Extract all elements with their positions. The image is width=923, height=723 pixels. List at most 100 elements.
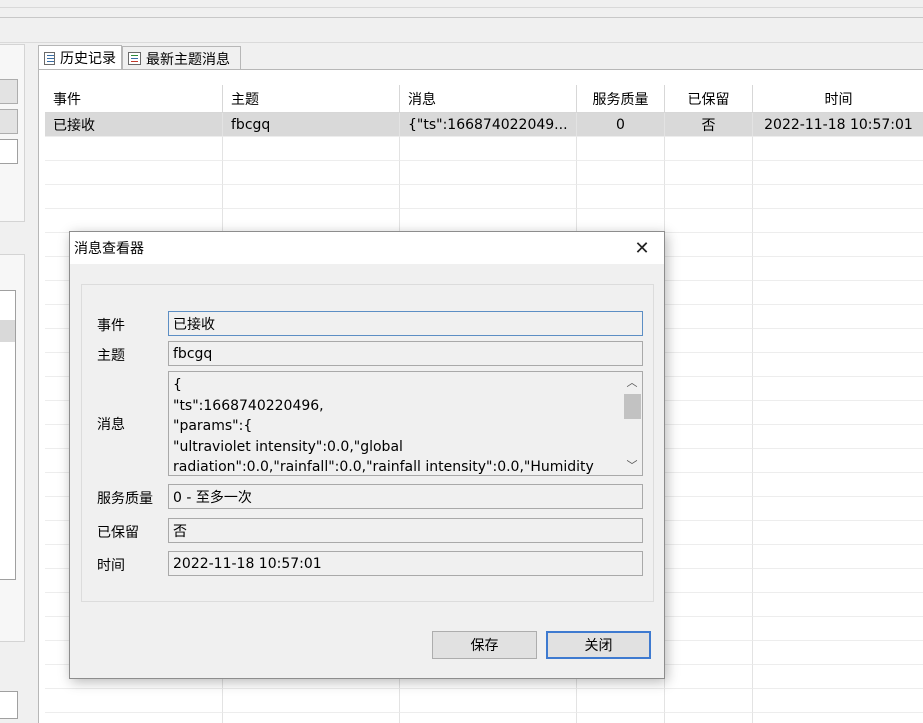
cell-qos: 0 [577,113,665,137]
empty-cell [665,377,753,401]
dialog-titlebar[interactable]: 消息查看器 [70,232,664,264]
column-header-qos[interactable]: 服务质量 [577,85,665,113]
event-field[interactable]: 已接收 [168,311,643,336]
empty-table-row[interactable] [45,689,923,713]
empty-table-row[interactable] [45,185,923,209]
empty-cell [400,209,577,233]
message-line: "ts":1668740220496, [173,397,324,414]
empty-cell [753,617,923,641]
column-header-topic[interactable]: 主题 [223,85,400,113]
time-field[interactable]: 2022-11-18 10:57:01 [168,551,643,576]
empty-cell [223,713,400,723]
empty-cell [400,137,577,161]
empty-cell [400,185,577,209]
tab-history[interactable]: 历史记录 [38,45,122,70]
empty-table-row[interactable] [45,209,923,233]
empty-cell [665,617,753,641]
cell-topic: fbcgq [223,113,400,137]
empty-cell [665,329,753,353]
label-message: 消息 [97,417,125,433]
empty-cell [753,425,923,449]
empty-cell [577,209,665,233]
column-header-event[interactable]: 事件 [45,85,223,113]
cell-retained: 否 [665,113,753,137]
left-input[interactable] [0,139,18,164]
left-list-selected-item[interactable] [0,320,15,342]
chevron-up-icon[interactable]: ︿ [622,373,642,390]
empty-cell [45,185,223,209]
empty-cell [665,281,753,305]
empty-cell [753,329,923,353]
empty-cell [753,377,923,401]
empty-cell [753,305,923,329]
left-button[interactable] [0,109,18,134]
topic-field[interactable]: fbcgq [168,341,643,366]
empty-cell [753,233,923,257]
empty-cell [577,689,665,713]
empty-cell [665,473,753,497]
empty-table-row[interactable] [45,161,923,185]
empty-cell [223,161,400,185]
empty-cell [577,185,665,209]
chevron-down-icon[interactable]: ﹀ [622,456,642,473]
empty-cell [753,569,923,593]
column-header-time[interactable]: 时间 [753,85,923,113]
empty-cell [665,521,753,545]
message-line: { [173,377,182,393]
message-line: "params":{ [173,418,253,434]
label-qos: 服务质量 [97,491,153,507]
label-time: 时间 [97,558,125,574]
empty-cell [665,569,753,593]
column-header-message[interactable]: 消息 [400,85,577,113]
message-textarea[interactable]: { "ts":1668740220496, "params":{ "ultraviol… [168,371,643,476]
empty-cell [753,137,923,161]
empty-cell [753,689,923,713]
empty-cell [45,137,223,161]
empty-cell [577,137,665,161]
empty-cell [665,689,753,713]
empty-cell [753,209,923,233]
empty-cell [753,497,923,521]
retained-field[interactable]: 否 [168,518,643,543]
empty-cell [665,641,753,665]
empty-cell [753,713,923,723]
close-icon[interactable]: ✕ [620,232,664,264]
table-row[interactable]: 已接收 fbcgq {"ts":166874022049... 0 否 2022… [45,113,923,137]
empty-cell [45,161,223,185]
empty-cell [665,233,753,257]
vertical-scrollbar[interactable]: ︿ ﹀ [622,372,642,475]
divider [0,7,923,8]
empty-cell [665,209,753,233]
tab-label: 最新主题消息 [146,51,230,68]
empty-cell [665,137,753,161]
close-button[interactable]: 关闭 [546,631,651,659]
scrollbar-thumb[interactable] [624,394,641,419]
empty-cell [753,281,923,305]
empty-cell [753,257,923,281]
left-input[interactable] [0,691,18,719]
empty-table-row[interactable] [45,713,923,723]
empty-cell [665,497,753,521]
empty-cell [665,593,753,617]
qos-field[interactable]: 0 - 至多一次 [168,484,643,509]
table-header: 事件 主题 消息 服务质量 已保留 时间 [45,85,923,113]
empty-cell [45,209,223,233]
empty-cell [753,449,923,473]
empty-cell [665,353,753,377]
empty-table-row[interactable] [45,137,923,161]
empty-cell [45,713,223,723]
empty-cell [665,449,753,473]
cell-event: 已接收 [45,113,223,137]
empty-cell [753,641,923,665]
label-topic: 主题 [97,348,125,364]
empty-cell [665,713,753,723]
empty-cell [577,161,665,185]
left-button[interactable] [0,79,18,104]
tab-latest-topic-messages[interactable]: 最新主题消息 [122,46,241,70]
save-button[interactable]: 保存 [432,631,537,659]
empty-cell [665,257,753,281]
column-header-retained[interactable]: 已保留 [665,85,753,113]
empty-cell [753,473,923,497]
message-line: radiation":0.0,"rainfall":0.0,"rainfall … [173,459,594,475]
message-line: "ultraviolet intensity":0.0,"global [173,438,403,455]
